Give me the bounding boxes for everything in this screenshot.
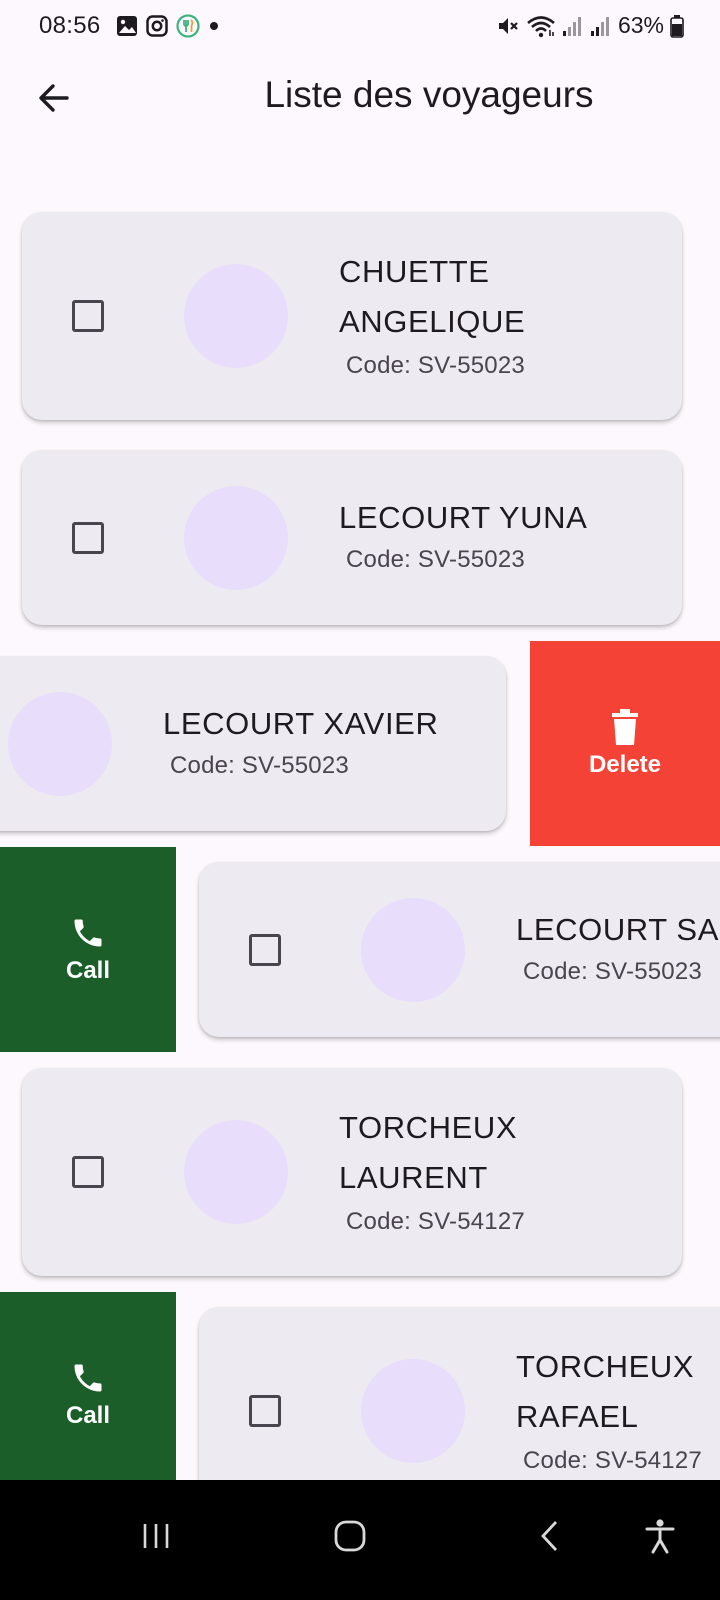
traveler-checkbox[interactable] — [72, 1156, 104, 1188]
restaurant-app-icon — [176, 14, 200, 38]
traveler-code: Code: SV-55023 — [346, 546, 525, 573]
app-bar: Liste des voyageurs — [0, 54, 720, 144]
recent-apps-icon — [143, 1524, 169, 1548]
traveler-code: Code: SV-55023 — [523, 958, 702, 985]
traveler-code: Code: SV-54127 — [523, 1447, 702, 1474]
home-icon — [334, 1520, 366, 1552]
accessibility-button[interactable] — [630, 1506, 690, 1566]
traveler-checkbox[interactable] — [72, 522, 104, 554]
system-navigation-bar — [0, 1480, 720, 1600]
phone-icon — [74, 1364, 102, 1391]
accessibility-icon — [645, 1519, 675, 1554]
system-icons: 63% — [496, 12, 684, 39]
recent-apps-button[interactable] — [126, 1506, 186, 1566]
battery-percent: 63% — [617, 12, 664, 38]
traveler-checkbox[interactable] — [249, 1395, 281, 1427]
nav-back-button[interactable] — [520, 1506, 580, 1566]
dot-icon — [210, 22, 218, 30]
battery-icon — [670, 14, 684, 38]
traveler-card[interactable]: LECOURT YUNA Code: SV-55023 — [22, 450, 682, 625]
avatar — [361, 1359, 465, 1463]
traveler-checkbox[interactable] — [249, 934, 281, 966]
traveler-name-line2: ANGELIQUE — [339, 304, 526, 339]
traveler-card[interactable]: TORCHEUX LAURENT Code: SV-54127 — [22, 1068, 682, 1276]
instagram-icon — [146, 15, 168, 37]
signal-icon-2 — [590, 16, 609, 36]
delete-action-button[interactable]: Delete — [530, 641, 720, 846]
traveler-name: CHUETTE — [339, 254, 490, 289]
page-title-text: Liste des voyageurs — [264, 74, 594, 115]
call-action-button[interactable]: Call — [0, 1292, 176, 1497]
mute-icon — [498, 17, 518, 34]
screen: 08:56 63% Liste des voyageurs CHUETTE AN… — [0, 0, 720, 1600]
avatar — [8, 692, 112, 796]
phone-icon — [74, 919, 102, 946]
traveler-code: Code: SV-55023 — [346, 352, 525, 379]
status-bar: 08:56 63% — [0, 0, 720, 54]
signal-icon-1 — [562, 16, 581, 36]
traveler-name: TORCHEUX — [516, 1349, 695, 1384]
call-action-button[interactable]: Call — [0, 847, 176, 1052]
traveler-name: LECOURT XAVIER — [163, 706, 439, 741]
trash-icon — [612, 708, 638, 745]
delete-label: Delete — [588, 750, 662, 778]
status-time: 08:56 — [39, 12, 101, 39]
gallery-icon — [117, 16, 137, 36]
traveler-code: Code: SV-55023 — [170, 752, 349, 779]
traveler-name-line2: LAURENT — [339, 1160, 488, 1195]
home-button[interactable] — [320, 1506, 380, 1566]
page-title: Liste des voyageurs — [0, 74, 720, 116]
avatar — [184, 264, 288, 368]
traveler-name-line2: RAFAEL — [516, 1399, 639, 1434]
traveler-name: LECOURT YUNA — [339, 500, 588, 535]
traveler-card[interactable]: CHUETTE ANGELIQUE Code: SV-55023 — [22, 212, 682, 420]
call-label: Call — [65, 1401, 110, 1429]
call-label: Call — [65, 956, 110, 984]
traveler-card[interactable]: LECOURT SA Code: SV-55023 — [199, 862, 720, 1037]
notification-icons — [116, 14, 220, 38]
traveler-name: TORCHEUX — [339, 1110, 518, 1145]
avatar — [361, 898, 465, 1002]
wifi-icon — [527, 15, 555, 37]
traveler-code: Code: SV-54127 — [346, 1208, 525, 1235]
avatar — [184, 1120, 288, 1224]
traveler-card[interactable]: LECOURT XAVIER Code: SV-55023 — [0, 656, 506, 831]
avatar — [184, 486, 288, 590]
traveler-name: LECOURT SA — [516, 912, 719, 947]
chevron-left-icon — [541, 1521, 558, 1551]
traveler-checkbox[interactable] — [72, 300, 104, 332]
